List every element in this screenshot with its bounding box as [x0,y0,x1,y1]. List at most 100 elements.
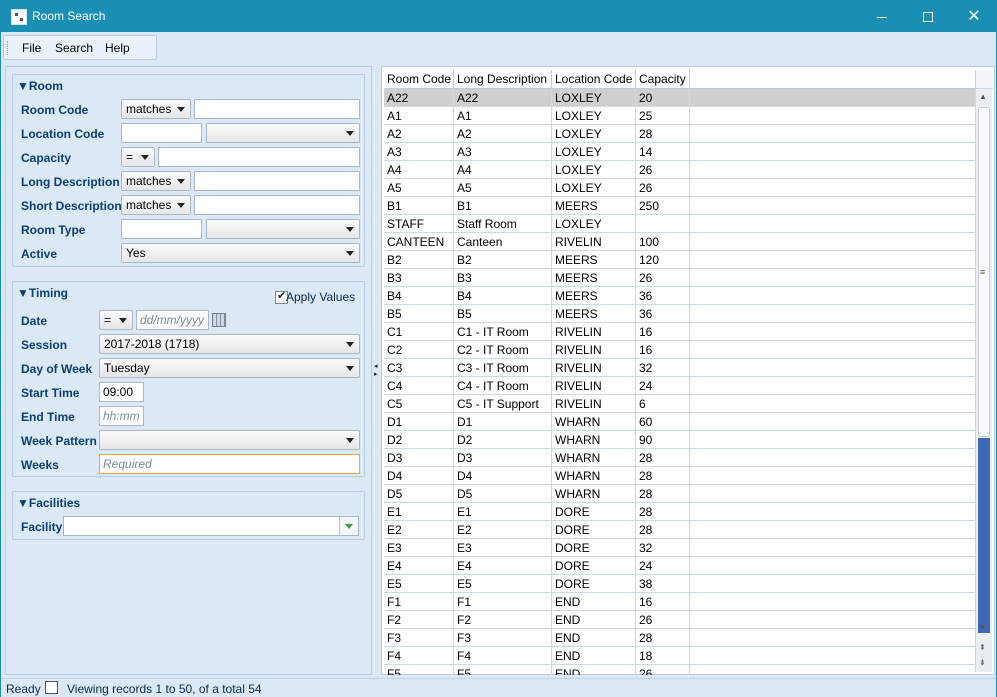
table-cell: 32 [636,539,690,557]
date-input[interactable]: dd/mm/yyyy [136,310,209,330]
capacity-label: Capacity [21,151,72,165]
menu-search[interactable]: Search [55,41,93,55]
facility-dropdown-button[interactable] [339,517,358,535]
table-row[interactable]: D2 D2 WHARN 90 [384,431,975,449]
start-time-input[interactable]: 09:00 [99,382,144,402]
table-row[interactable]: B2 B2 MEERS 120 [384,251,975,269]
close-button[interactable]: ✕ [951,1,997,32]
table-row[interactable]: A22 A22 LOXLEY 20 [384,89,975,107]
apply-values-label[interactable]: Apply Values [286,290,355,304]
long-description-operator[interactable]: matches [121,171,191,191]
weeks-input[interactable]: Required [99,454,360,474]
room-type-dropdown[interactable] [206,219,360,239]
table-row[interactable]: E3 E3 DORE 32 [384,539,975,557]
timing-group-header[interactable]: ▼Timing [17,286,68,300]
maximize-button[interactable] [905,1,951,32]
long-description-input[interactable] [194,171,360,191]
status-checkbox[interactable] [45,681,58,694]
date-operator[interactable]: = [99,310,133,330]
table-row[interactable]: C4 C4 - IT Room RIVELIN 24 [384,377,975,395]
column-header[interactable]: Location Code [552,70,636,89]
grid-body: A22 A22 LOXLEY 20 A1 A1 LOXLEY 25 A2 A2 LOXLEY 28 A3… [384,89,975,675]
scroll-page-down-icon[interactable]: ⇟ [979,658,986,667]
table-row[interactable]: B1 B1 MEERS 250 [384,197,975,215]
table-row[interactable]: F1 F1 END 16 [384,593,975,611]
room-code-operator[interactable]: matches [121,99,191,119]
column-header[interactable]: Long Description [454,70,552,89]
table-cell: 24 [636,557,690,575]
long-description-operator-value: matches [126,174,172,188]
table-row[interactable]: C1 C1 - IT Room RIVELIN 16 [384,323,975,341]
scroll-page-up-icon[interactable]: ⇞ [979,643,986,652]
table-row[interactable]: A1 A1 LOXLEY 25 [384,107,975,125]
vertical-scrollbar[interactable]: ▲ ≡ ▼ ⇞ ⇟ [975,70,993,672]
facility-input[interactable] [63,516,359,536]
scroll-up-icon[interactable]: ▲ [979,92,987,101]
table-row[interactable]: E4 E4 DORE 24 [384,557,975,575]
day-of-week-dropdown-value: Tuesday [104,361,150,375]
calendar-icon[interactable] [212,313,226,327]
table-row[interactable]: E1 E1 DORE 28 [384,503,975,521]
table-row[interactable]: C5 C5 - IT Support RIVELIN 6 [384,395,975,413]
column-header[interactable]: Room Code [384,70,454,89]
menu-file[interactable]: File [22,41,41,55]
table-row[interactable]: A4 A4 LOXLEY 26 [384,161,975,179]
minimize-button[interactable] [859,1,905,32]
table-cell: WHARN [552,413,636,431]
menu-bar: File Search Help [3,35,157,60]
scroll-down-icon[interactable]: ▼ [979,623,987,632]
table-row[interactable]: D1 D1 WHARN 60 [384,413,975,431]
table-row[interactable]: B5 B5 MEERS 36 [384,305,975,323]
facilities-group: ▼Facilities Facility [12,491,365,540]
table-cell: DORE [552,539,636,557]
facilities-group-header[interactable]: ▼Facilities [17,496,80,510]
room-group: ▼Room Room Code matches Location Code Ca… [12,74,365,267]
day-of-week-dropdown[interactable]: Tuesday [99,358,360,378]
table-row[interactable]: D5 D5 WHARN 28 [384,485,975,503]
table-row[interactable]: A5 A5 LOXLEY 26 [384,179,975,197]
location-code-dropdown[interactable] [206,123,360,143]
table-cell: E4 [454,557,552,575]
table-row[interactable]: A2 A2 LOXLEY 28 [384,125,975,143]
table-cell: F5 [454,665,552,675]
table-row[interactable]: A3 A3 LOXLEY 14 [384,143,975,161]
table-row[interactable]: C3 C3 - IT Room RIVELIN 32 [384,359,975,377]
table-cell: B4 [454,287,552,305]
menu-help[interactable]: Help [105,41,130,55]
table-row[interactable]: E2 E2 DORE 28 [384,521,975,539]
table-row[interactable]: C2 C2 - IT Room RIVELIN 16 [384,341,975,359]
splitter-handle[interactable]: ◂ ▸ [374,363,380,381]
short-description-input[interactable] [194,195,360,215]
table-cell: E5 [384,575,454,593]
room-group-header[interactable]: ▼Room [17,79,63,93]
location-code-input[interactable] [121,123,202,143]
table-row[interactable]: F3 F3 END 28 [384,629,975,647]
table-row[interactable]: CANTEEN Canteen RIVELIN 100 [384,233,975,251]
capacity-operator[interactable]: = [121,147,155,167]
chevron-down-icon [346,342,354,347]
short-description-operator[interactable]: matches [121,195,191,215]
table-row[interactable]: E5 E5 DORE 38 [384,575,975,593]
end-time-input[interactable]: hh:mm [99,406,144,426]
table-row[interactable]: D4 D4 WHARN 28 [384,467,975,485]
table-row[interactable]: F5 F5 END 26 [384,665,975,675]
table-row[interactable]: B4 B4 MEERS 36 [384,287,975,305]
room-code-input[interactable] [194,99,360,119]
table-cell: WHARN [552,449,636,467]
table-row[interactable]: F4 F4 END 18 [384,647,975,665]
table-row[interactable]: D3 D3 WHARN 28 [384,449,975,467]
session-dropdown[interactable]: 2017-2018 (1718) [99,334,360,354]
toolbar-grip-icon[interactable] [7,41,10,55]
table-cell: D4 [384,467,454,485]
table-row[interactable]: B3 B3 MEERS 26 [384,269,975,287]
column-header[interactable]: Capacity [636,70,690,89]
table-row[interactable]: STAFF Staff Room LOXLEY [384,215,975,233]
week-pattern-dropdown[interactable] [99,430,360,450]
table-row[interactable]: F2 F2 END 26 [384,611,975,629]
room-type-input[interactable] [121,219,202,239]
active-dropdown[interactable]: Yes [121,243,360,263]
status-bar: Ready Viewing records 1 to 50, of a tota… [1,678,996,697]
table-cell: LOXLEY [552,179,636,197]
capacity-input[interactable] [158,147,360,167]
short-description-label: Short Description [21,199,122,213]
